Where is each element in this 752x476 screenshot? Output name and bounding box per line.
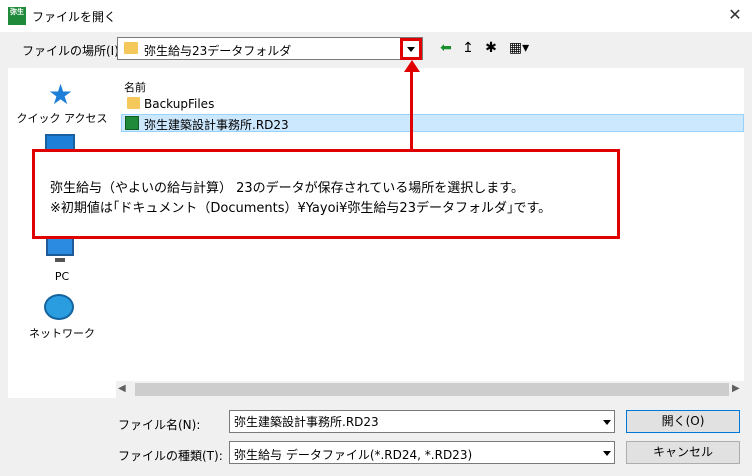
sidebar-item-network[interactable]: ネットワーク [8, 325, 116, 341]
data-file-icon [125, 116, 139, 130]
filename-label: ファイル名(N): [118, 418, 201, 432]
network-icon[interactable] [44, 294, 74, 320]
column-header-name[interactable]: 名前 [124, 79, 146, 95]
folder-icon [124, 42, 138, 54]
sidebar-item-pc[interactable]: PC [8, 270, 116, 283]
callout-text-line2: ※初期値は｢ドキュメント（Documents）¥Yayoi¥弥生給与23データフ… [50, 201, 552, 216]
sidebar-item-quick-access[interactable]: クイック アクセス [8, 110, 116, 126]
list-item[interactable]: 弥生建築設計事務所.RD23 [144, 116, 289, 133]
folder-icon [127, 97, 140, 109]
chevron-down-icon [603, 420, 611, 425]
location-value: 弥生給与23データフォルダ [144, 44, 292, 58]
scrollbar-thumb[interactable] [135, 383, 729, 396]
new-folder-icon[interactable]: ✱ [482, 39, 500, 57]
open-button[interactable]: 開く(O) [626, 410, 740, 433]
close-icon[interactable]: ✕ [724, 4, 746, 26]
location-label: ファイルの場所(I): [22, 44, 123, 58]
callout-arrow-line [410, 68, 413, 150]
chevron-down-icon [603, 451, 611, 456]
filetype-label: ファイルの種類(T): [118, 449, 223, 463]
app-icon: 弥生 [8, 7, 26, 25]
chevron-down-icon [407, 47, 415, 52]
back-icon[interactable]: ⬅ [437, 39, 455, 57]
list-item[interactable]: BackupFiles [144, 97, 214, 111]
view-menu-icon[interactable]: ▦▾ [506, 39, 532, 57]
pc-stand-icon [55, 258, 65, 262]
pc-icon[interactable] [46, 236, 74, 256]
filename-input[interactable] [229, 410, 615, 433]
quick-access-star-icon[interactable]: ★ [48, 78, 73, 111]
scroll-left-icon[interactable]: ◀ [118, 383, 126, 394]
cancel-button[interactable]: キャンセル [626, 441, 740, 464]
up-folder-icon[interactable]: ↥ [459, 39, 477, 57]
callout-text-line1: 弥生給与（やよいの給与計算） 23のデータが保存されている場所を選択します。 [50, 181, 524, 196]
scroll-right-icon[interactable]: ▶ [732, 383, 740, 394]
filetype-value: 弥生給与 データファイル(*.RD24, *.RD23) [234, 448, 473, 462]
window-title: ファイルを開く [32, 10, 117, 24]
arrow-up-icon [404, 60, 420, 72]
